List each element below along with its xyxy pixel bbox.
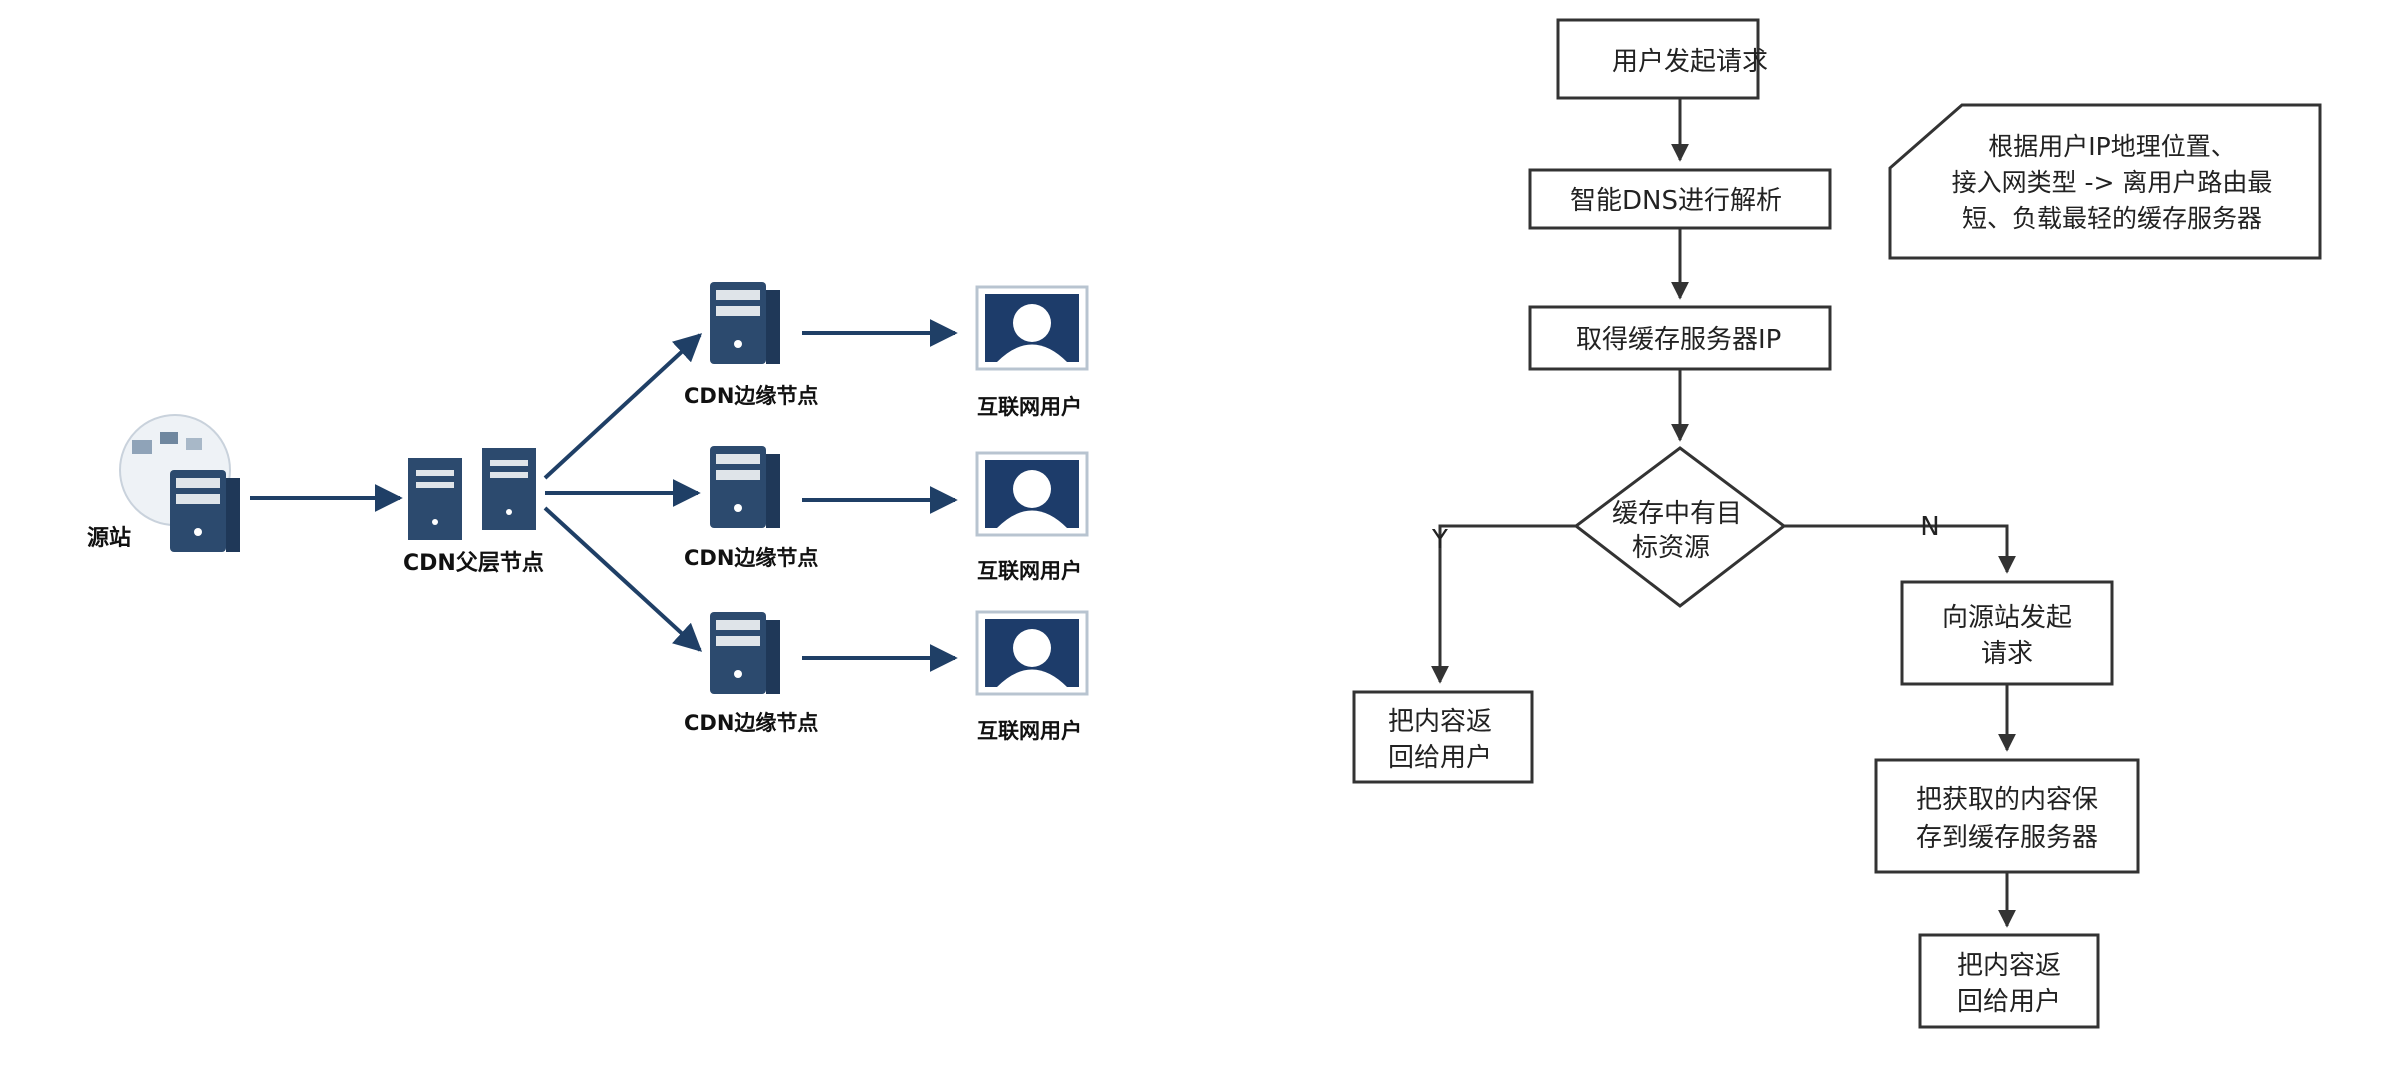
decision-text-2: 标资源 [1632, 533, 1710, 563]
arrow-parent-to-edge-1 [543, 333, 703, 480]
decision-text-1: 缓存中有目 [1612, 499, 1742, 529]
user-3: 互联网用户 [975, 610, 1089, 743]
get-ip-text: 取得缓存服务器IP [1576, 325, 1781, 355]
note-text-3: 短、负载最轻的缓存服务器 [1962, 204, 2262, 233]
user-icon [975, 285, 1089, 371]
user-icon [975, 451, 1089, 537]
arrow-parent-to-edge-3 [543, 506, 703, 652]
branch-yes-label: Y [1431, 525, 1448, 555]
return-right-text-1: 把内容返 [1957, 951, 2061, 981]
save-cache-text-1: 把获取的内容保 [1916, 785, 2098, 815]
edge-node-2: CDN边缘节点 [684, 446, 818, 570]
user-2: 互联网用户 [975, 451, 1089, 583]
diagram-canvas: 源站 CDN父层节点 CDN边缘节点 CDN边缘节点 CDN边缘节点 互联网用户… [87, 18, 2322, 1029]
user-label: 互联网用户 [977, 395, 1082, 419]
return-left-text-1: 把内容返 [1388, 707, 1492, 737]
save-cache-box [1874, 758, 2140, 874]
edge-node-1: CDN边缘节点 [684, 282, 818, 408]
edge-server-icon [710, 282, 780, 364]
return-right-text-2: 回给用户 [1957, 987, 2061, 1017]
user-label: 互联网用户 [977, 719, 1082, 743]
edge-label: CDN边缘节点 [684, 711, 818, 735]
origin-server [119, 414, 240, 552]
arrow-decision-no [1784, 524, 2016, 574]
origin-thumb-icon [132, 440, 152, 454]
note-text-1: 根据用户IP地理位置、 [1988, 132, 2235, 161]
arrow-decision-yes [1431, 524, 1576, 684]
dns-text: 智能DNS进行解析 [1570, 186, 1782, 216]
user-label: 互联网用户 [977, 559, 1082, 583]
parent-node-icon [408, 448, 536, 540]
note-text-2: 接入网类型 -> 离用户路由最 [1952, 168, 2273, 197]
user-1: 互联网用户 [975, 285, 1089, 419]
request-origin-text-1: 向源站发起 [1942, 603, 2072, 633]
edge-label: CDN边缘节点 [684, 384, 818, 408]
branch-no-label: N [1920, 512, 1939, 542]
edge-server-icon [710, 446, 780, 528]
edge-label: CDN边缘节点 [684, 546, 818, 570]
edge-server-icon [710, 612, 780, 694]
parent-label: CDN父层节点 [403, 550, 544, 576]
origin-thumb-icon [186, 438, 202, 450]
request-origin-text-2: 请求 [1981, 639, 2033, 669]
origin-server-icon [170, 470, 240, 552]
return-left-text-2: 回给用户 [1388, 743, 1492, 773]
edge-node-3: CDN边缘节点 [684, 612, 818, 735]
save-cache-text-2: 存到缓存服务器 [1916, 823, 2098, 853]
start-text: 用户发起请求 [1612, 47, 1768, 77]
origin-label: 源站 [87, 526, 131, 551]
user-icon [975, 610, 1089, 696]
origin-thumb-icon [160, 432, 178, 444]
